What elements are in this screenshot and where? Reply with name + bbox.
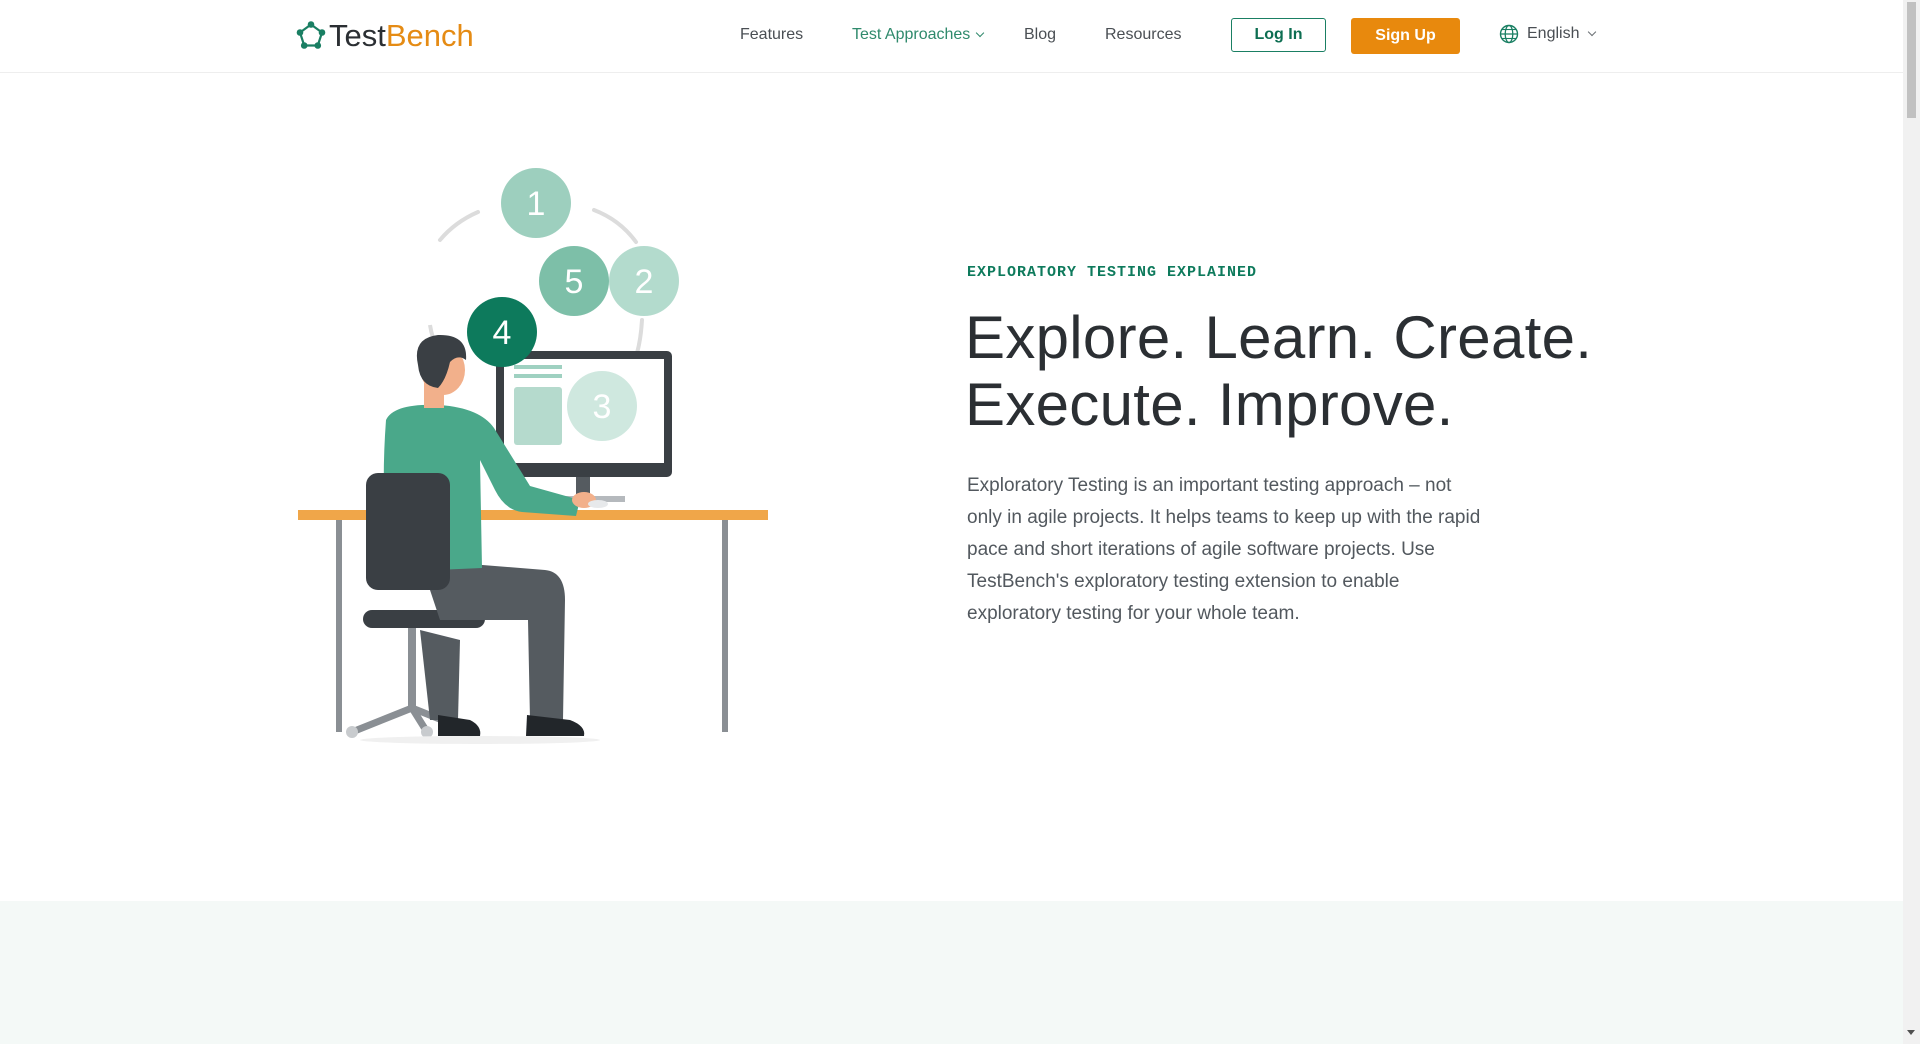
chevron-down-icon: [1588, 27, 1597, 37]
globe-icon: [1499, 24, 1519, 44]
page: TestBench Features Test Approaches Blog …: [0, 0, 1903, 1044]
nav-resources[interactable]: Resources: [1105, 24, 1181, 46]
language-selector[interactable]: English: [1499, 24, 1597, 44]
hero-headline: Explore. Learn. Create. Execute. Improve…: [965, 304, 1592, 438]
logo-icon: [296, 21, 326, 49]
scroll-down-arrow-icon[interactable]: [1907, 1030, 1915, 1035]
site-header: TestBench Features Test Approaches Blog …: [0, 0, 1903, 73]
scrollbar-thumb[interactable]: [1907, 2, 1916, 118]
nav-test-approaches-label: Test Approaches: [852, 26, 971, 43]
logo-text-test: Test: [329, 18, 386, 53]
cycle-step-5-layer: 5: [539, 246, 609, 316]
cycle-step-label: 5: [565, 263, 584, 301]
cycle-step-5-disc: 5: [539, 246, 609, 316]
logo-wordmark: TestBench: [329, 18, 474, 54]
headline-line-1: Explore. Learn. Create.: [965, 304, 1593, 371]
browser-viewport: TestBench Features Test Approaches Blog …: [0, 0, 1920, 1044]
logo-text-bench: Bench: [385, 18, 474, 53]
nav-features[interactable]: Features: [740, 24, 803, 46]
signup-button[interactable]: Sign Up: [1351, 18, 1460, 54]
hero-eyebrow: EXPLORATORY TESTING EXPLAINED: [967, 264, 1258, 281]
language-label: English: [1527, 25, 1580, 42]
chevron-down-icon: [976, 28, 985, 38]
nav-test-approaches[interactable]: Test Approaches: [852, 24, 985, 46]
hero-description: Exploratory Testing is an important test…: [967, 475, 1481, 624]
testbench-logo[interactable]: TestBench: [296, 18, 474, 54]
nav-blog[interactable]: Blog: [1024, 24, 1056, 46]
next-section: [0, 901, 1903, 1044]
login-button[interactable]: Log In: [1231, 18, 1326, 52]
headline-line-2: Execute. Improve.: [965, 371, 1454, 438]
vertical-scrollbar[interactable]: [1903, 0, 1920, 1044]
